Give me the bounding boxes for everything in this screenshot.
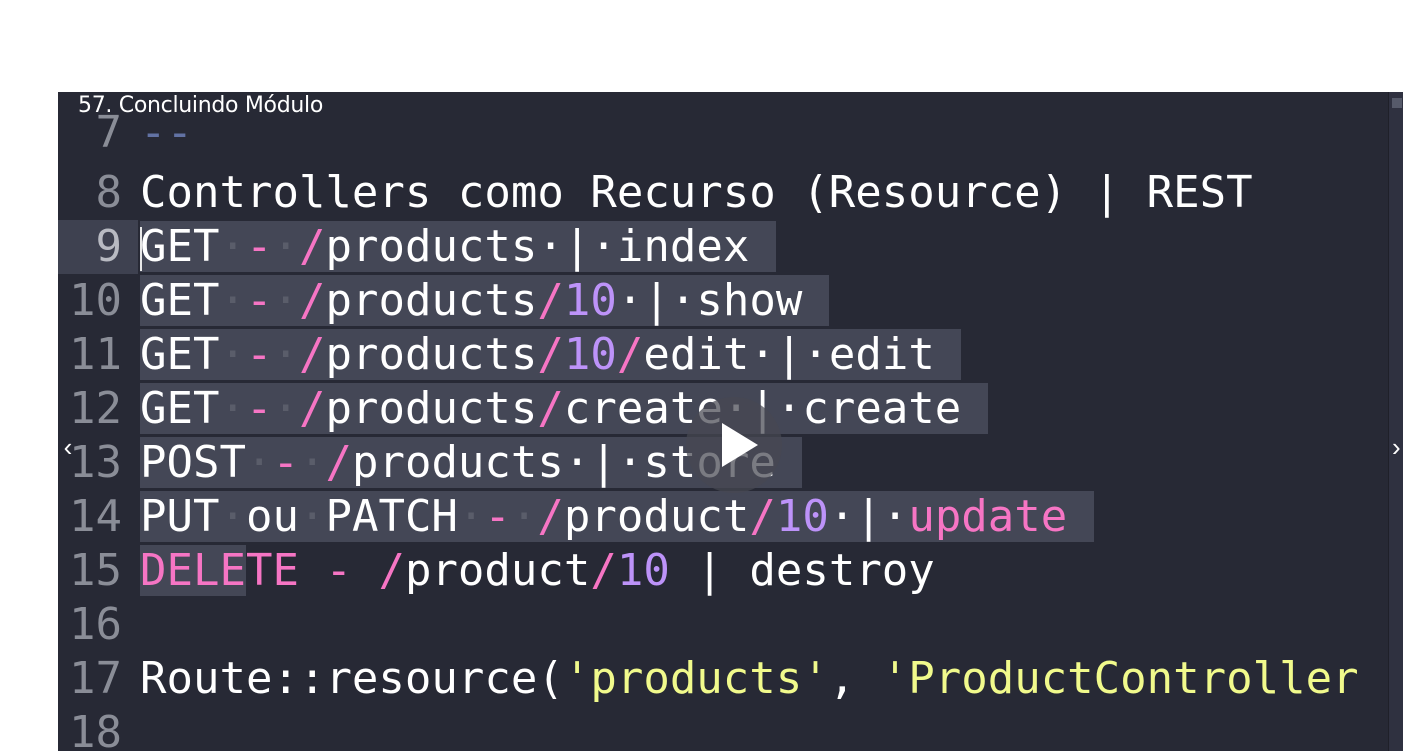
code-line-9: 9 GET·-·/products·|·index [58,220,1388,274]
line-number: 11 [69,329,122,380]
editor-scrollbar[interactable] [1388,92,1403,751]
line-number: 12 [69,383,122,434]
chevron-right-icon: › [1392,432,1401,462]
code-line-17: 17 Route::resource('products', 'ProductC… [58,652,1388,706]
previous-lecture-button[interactable]: ‹ [58,432,78,462]
line-number: 18 [69,707,122,751]
line-number-active: 9 [58,220,138,274]
code-line-11: 11 GET·-·/products/10/edit·|·edit [58,328,1388,382]
video-title: 57. Concluindo Módulo [78,93,323,118]
code-line-15: 15 DELETE - /product/10 | destroy [58,544,1388,598]
code-line-8: 8 Controllers como Recurso (Resource) | … [58,166,1388,220]
line-number: 15 [69,545,122,596]
next-lecture-button[interactable]: › [1392,432,1403,462]
chevron-left-icon: ‹ [63,432,73,462]
code-line-18: 18 [58,706,1388,751]
line-number: 8 [95,167,123,218]
code-line-16: 16 [58,598,1388,652]
scrollbar-thumb[interactable] [1392,98,1402,108]
code-line-14: 14 PUT·ou·PATCH·-·/product/10·|·update [58,490,1388,544]
play-icon [722,423,758,467]
line-number: 14 [69,491,122,542]
video-player[interactable]: 57. Concluindo Módulo 7 -- 8 Controllers… [58,92,1403,751]
line-number: 17 [69,653,122,704]
play-button[interactable] [686,397,782,493]
line-number: 16 [69,599,122,650]
code-line-10: 10 GET·-·/products/10·|·show [58,274,1388,328]
line-number: 10 [69,275,122,326]
